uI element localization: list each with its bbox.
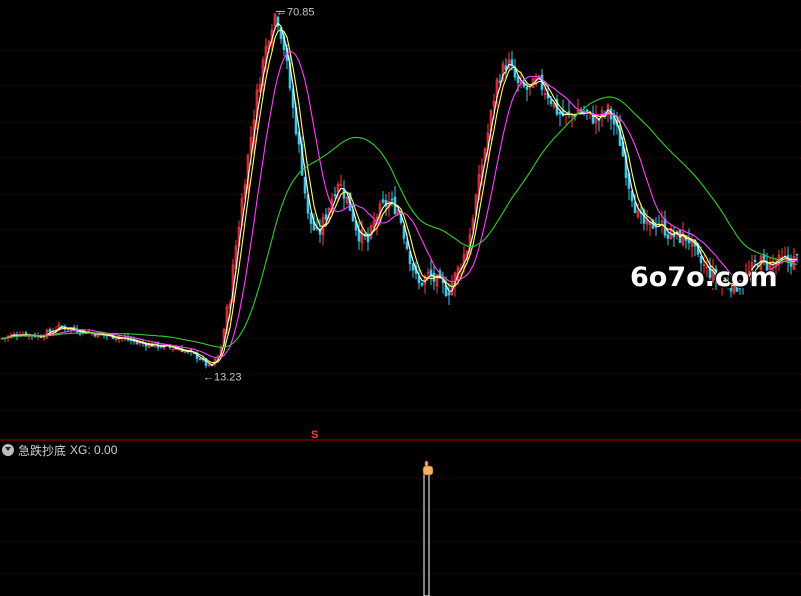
candle-down [633, 201, 637, 213]
candle-down [48, 328, 52, 332]
candle-down [585, 109, 589, 113]
indicator-name: 急跌抄底 [18, 443, 67, 458]
candle-down [405, 241, 409, 249]
moving-average-lines [1, 22, 798, 366]
watermark: 6o7o.com [630, 262, 778, 293]
ma-mid-line [1, 29, 798, 364]
candles [0, 12, 799, 369]
candle-down [525, 86, 529, 90]
candle-down [666, 234, 670, 239]
candle-down [390, 198, 394, 201]
ma-fast-line [1, 22, 798, 366]
ma-long-line [1, 96, 798, 348]
low-price-label: ←13.23 [203, 371, 242, 383]
kline-chart: ←70.85 ←13.23 S [0, 6, 801, 596]
price-annotations: ←70.85 ←13.23 S [203, 6, 318, 441]
candle-down [549, 100, 553, 104]
candle-down [324, 214, 328, 220]
indicator-grid [0, 477, 801, 575]
chart-window: ←70.85 ←13.23 S 急跌抄底 XG: 0.00 6o7o.com [0, 0, 801, 596]
xg-signal-bar [423, 469, 430, 596]
candle-down [381, 199, 385, 203]
ma-slow-line [1, 50, 798, 359]
indicator-header: 急跌抄底 XG: 0.00 [2, 441, 117, 459]
candle-down [411, 263, 415, 271]
candle-down [795, 253, 799, 256]
collapse-icon[interactable] [2, 444, 14, 456]
high-price-label: ←70.85 [276, 6, 315, 18]
candle-down [135, 342, 139, 344]
candle-down [558, 111, 562, 115]
candle-down [333, 194, 337, 197]
hand-cursor-icon [422, 460, 434, 476]
candle-down [420, 282, 424, 286]
candle-down [447, 292, 451, 296]
indicator-value: XG: 0.00 [70, 443, 118, 457]
signal-marker: S [311, 429, 318, 441]
signal-bars [422, 460, 434, 596]
candle-down [198, 358, 202, 361]
candle-down [516, 76, 520, 83]
